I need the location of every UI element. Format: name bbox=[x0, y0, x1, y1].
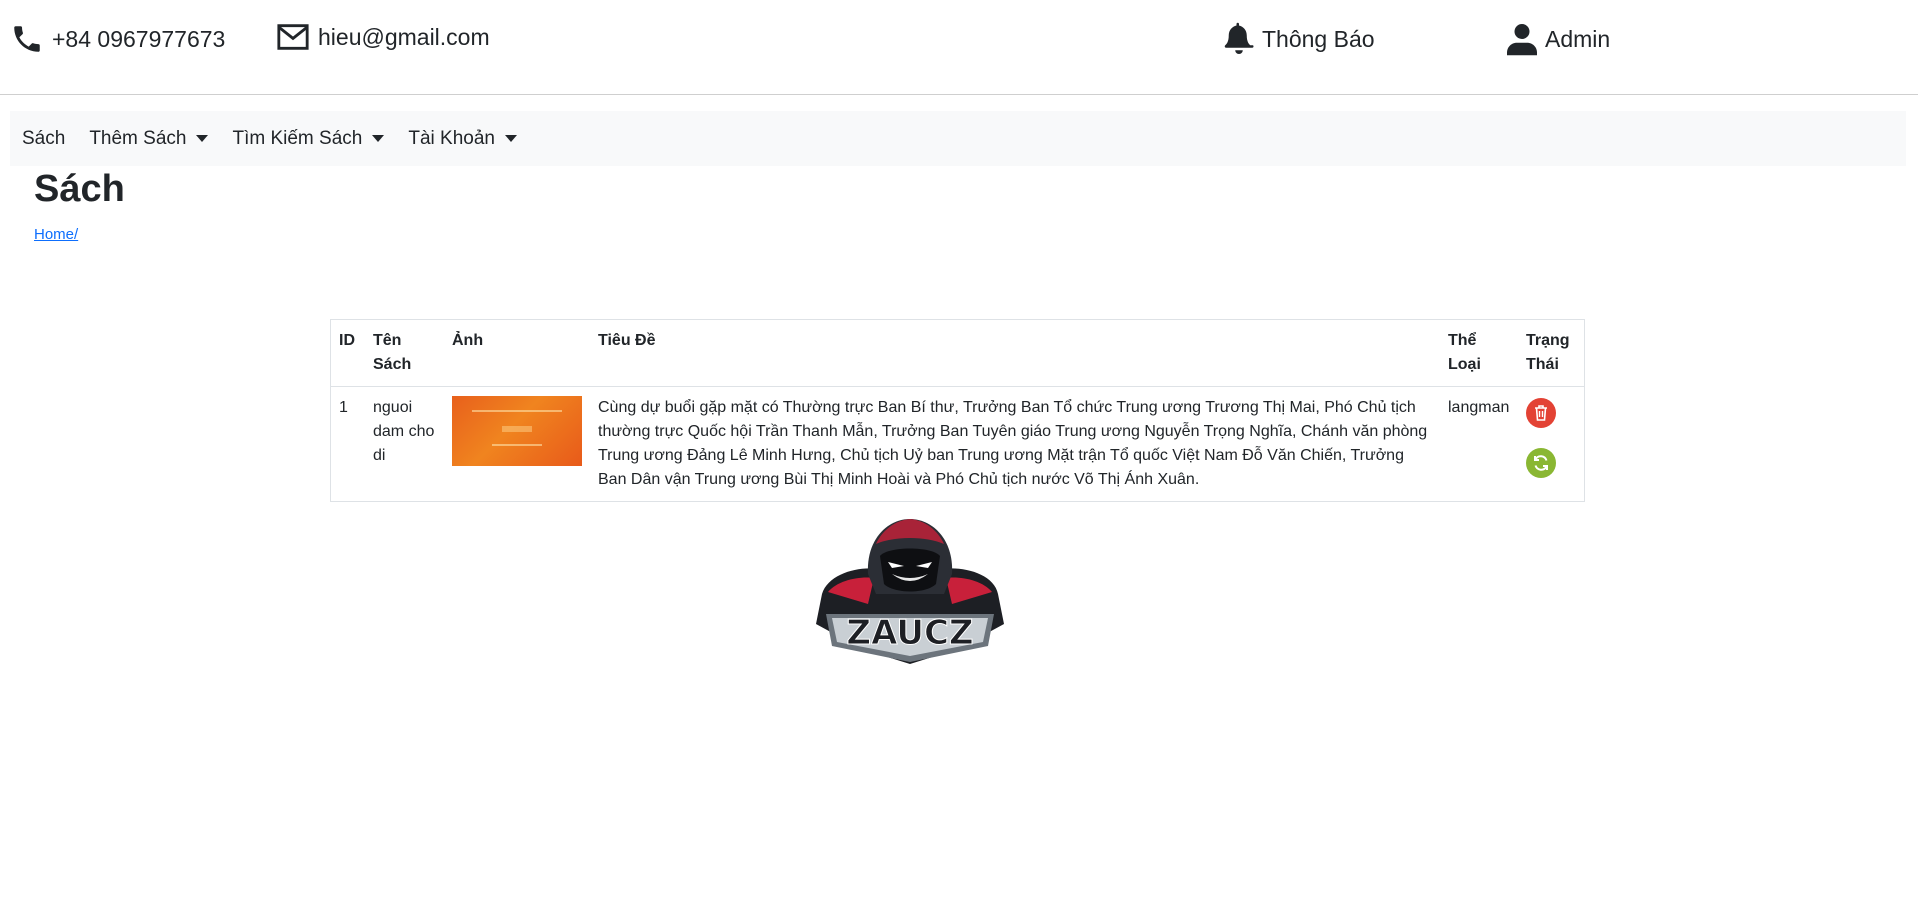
envelope-icon bbox=[277, 24, 309, 50]
cell-id: 1 bbox=[330, 386, 365, 502]
header-name: Tên Sách bbox=[365, 319, 444, 387]
header-status: Trạng Thái bbox=[1518, 319, 1585, 387]
books-table: ID Tên Sách Ảnh Tiêu Đề Thể Loại Trạng T… bbox=[330, 319, 1585, 502]
book-cover-image bbox=[452, 396, 582, 466]
nav-books[interactable]: Sách bbox=[10, 128, 77, 150]
user-icon bbox=[1507, 24, 1537, 56]
cell-image bbox=[444, 386, 590, 502]
nav-search-book-dropdown[interactable]: Tìm Kiếm Sách bbox=[220, 128, 396, 150]
account-link[interactable]: Admin bbox=[1507, 22, 1610, 56]
cell-category: langman bbox=[1440, 386, 1518, 502]
breadcrumb-home-link[interactable]: Home/ bbox=[34, 226, 78, 243]
email-contact: hieu@gmail.com bbox=[276, 22, 490, 52]
table-header-row: ID Tên Sách Ảnh Tiêu Đề Thể Loại Trạng T… bbox=[330, 319, 1585, 387]
caret-down-icon bbox=[372, 135, 385, 142]
nav-add-book-label: Thêm Sách bbox=[89, 127, 187, 149]
cell-name: nguoi dam cho di bbox=[365, 386, 444, 502]
phone-contact: +84 0967977673 bbox=[10, 22, 225, 56]
notifications-link[interactable]: Thông Báo bbox=[1224, 22, 1375, 56]
nav-books-label: Sách bbox=[22, 127, 66, 149]
main-navbar: Sách Thêm Sách Tìm Kiếm Sách Tài Khoản bbox=[10, 111, 1906, 166]
nav-add-book-dropdown[interactable]: Thêm Sách bbox=[77, 128, 220, 150]
nav-account-label: Tài Khoản bbox=[408, 127, 495, 149]
cell-title: Cùng dự buổi gặp mặt có Thường trực Ban … bbox=[590, 386, 1440, 502]
trash-icon bbox=[1535, 405, 1547, 421]
table-row: 1 nguoi dam cho di Cùng dự buổi gặp mặt … bbox=[330, 386, 1585, 502]
header-id: ID bbox=[330, 319, 365, 387]
cell-status bbox=[1518, 386, 1585, 502]
sync-icon bbox=[1534, 455, 1548, 471]
books-table-wrapper: ID Tên Sách Ảnh Tiêu Đề Thể Loại Trạng T… bbox=[330, 319, 1585, 502]
header-category: Thể Loại bbox=[1440, 319, 1518, 387]
update-button[interactable] bbox=[1526, 448, 1556, 478]
header-title: Tiêu Đề bbox=[590, 319, 1440, 387]
delete-button[interactable] bbox=[1526, 398, 1556, 428]
nav-account-dropdown[interactable]: Tài Khoản bbox=[396, 128, 529, 150]
page-title: Sách bbox=[34, 168, 125, 210]
caret-down-icon bbox=[504, 135, 517, 142]
phone-icon bbox=[14, 26, 40, 52]
notifications-label: Thông Báo bbox=[1262, 25, 1375, 52]
account-label: Admin bbox=[1545, 25, 1611, 52]
top-contact-bar: +84 0967977673 hieu@gmail.com Thông Báo … bbox=[0, 0, 1918, 95]
header-image: Ảnh bbox=[444, 319, 590, 387]
bell-icon bbox=[1224, 22, 1254, 54]
phone-number: +84 0967977673 bbox=[52, 25, 226, 52]
mascot-logo-image: ZAUCZ bbox=[816, 519, 1004, 664]
brand-logo: ZAUCZ bbox=[808, 514, 1012, 666]
logo-text: ZAUCZ bbox=[846, 613, 973, 653]
nav-search-book-label: Tìm Kiếm Sách bbox=[232, 127, 363, 149]
caret-down-icon bbox=[196, 135, 209, 142]
email-address: hieu@gmail.com bbox=[318, 23, 490, 50]
